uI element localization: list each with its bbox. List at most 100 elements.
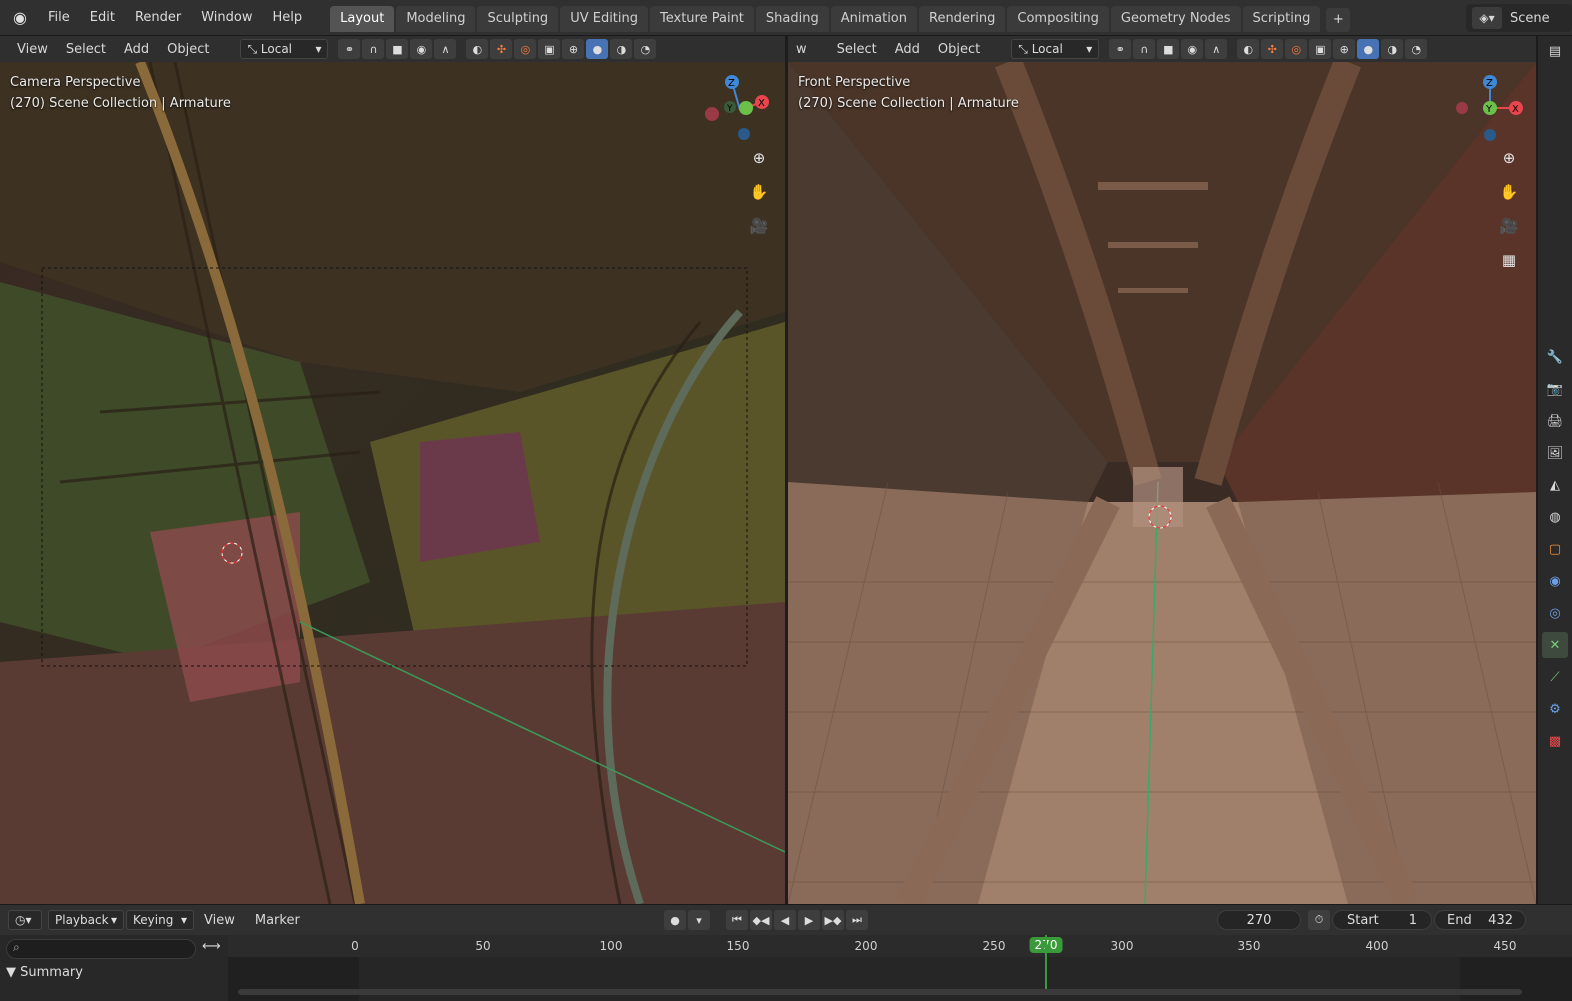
- shading-wireframe-icon[interactable]: ⊕: [1333, 39, 1356, 59]
- timeline-menu-view[interactable]: View: [194, 913, 245, 928]
- pan-hand-icon[interactable]: ✋: [1495, 178, 1523, 206]
- viewport-front[interactable]: w Select Add Object ⤡ Local ▾ ⚭ ∩ ■ ◉ ∧ ◐…: [788, 36, 1536, 904]
- playback-menu[interactable]: Playback ▾: [48, 910, 124, 930]
- timeline-track[interactable]: [228, 935, 1572, 1001]
- menu-window[interactable]: Window: [191, 0, 262, 36]
- record-icon[interactable]: ●: [664, 910, 686, 930]
- record-options-icon[interactable]: ▾: [688, 910, 710, 930]
- tab-layout[interactable]: Layout: [330, 5, 395, 32]
- add-workspace-button[interactable]: +: [1326, 7, 1351, 32]
- stopwatch-icon[interactable]: ⏱: [1308, 910, 1330, 930]
- tab-uv-editing[interactable]: UV Editing: [560, 5, 649, 32]
- armature-data-icon[interactable]: ✕: [1542, 632, 1568, 658]
- xray-icon[interactable]: ▣: [538, 39, 561, 59]
- tool-properties-icon[interactable]: 🔧: [1542, 344, 1568, 370]
- jump-end-icon[interactable]: ⏭: [846, 910, 868, 930]
- proportional-icon[interactable]: ◉: [1181, 39, 1204, 59]
- zoom-icon[interactable]: ⊕: [1495, 144, 1523, 172]
- prev-keyframe-icon[interactable]: ◆◀: [750, 910, 772, 930]
- play-reverse-icon[interactable]: ◀: [774, 910, 796, 930]
- overlay-toggle-icon[interactable]: ◎: [1285, 39, 1308, 59]
- tab-geometry-nodes[interactable]: Geometry Nodes: [1110, 5, 1241, 32]
- shading-rendered-icon[interactable]: ◔: [634, 39, 657, 59]
- scene-selector[interactable]: ◈▾ Scene: [1466, 4, 1572, 32]
- physics-properties-icon[interactable]: ◎: [1542, 600, 1568, 626]
- viewport-camera[interactable]: View Select Add Object ⤡ Local ▾ ⚭ ∩ ■ ◉ …: [0, 36, 785, 904]
- transform-orientation-dropdown[interactable]: ⤡ Local ▾: [240, 39, 329, 59]
- vp-right-menu-view[interactable]: w: [796, 42, 816, 57]
- keying-menu[interactable]: Keying ▾: [126, 910, 194, 930]
- blender-logo-icon[interactable]: ◉: [8, 6, 32, 30]
- proportional-icon[interactable]: ◉: [410, 39, 433, 59]
- camera-view-icon[interactable]: 🎥: [1495, 212, 1523, 240]
- jump-start-icon[interactable]: ⏮: [726, 910, 748, 930]
- vp-right-menu-object[interactable]: Object: [929, 42, 989, 57]
- vp-left-menu-add[interactable]: Add: [115, 42, 158, 57]
- camera-view-icon[interactable]: 🎥: [745, 212, 773, 240]
- tab-scripting[interactable]: Scripting: [1242, 5, 1321, 32]
- menu-file[interactable]: File: [38, 0, 80, 36]
- bone-properties-icon[interactable]: ⟋: [1542, 664, 1568, 690]
- pan-hand-icon[interactable]: ✋: [745, 178, 773, 206]
- navigation-gizmo-left[interactable]: Z X Y: [700, 72, 780, 152]
- tab-rendering[interactable]: Rendering: [919, 5, 1006, 32]
- start-frame-field[interactable]: Start 1: [1332, 910, 1432, 930]
- end-frame-field[interactable]: End 432: [1434, 910, 1526, 930]
- next-keyframe-icon[interactable]: ▶◆: [822, 910, 844, 930]
- tab-animation[interactable]: Animation: [830, 5, 917, 32]
- modifier-properties-icon[interactable]: ◉: [1542, 568, 1568, 594]
- vp-right-menu-select[interactable]: Select: [828, 42, 886, 57]
- snap-target-icon[interactable]: ■: [1157, 39, 1180, 59]
- menu-edit[interactable]: Edit: [80, 0, 125, 36]
- visibility-icon[interactable]: ◐: [1237, 39, 1260, 59]
- snap-icon[interactable]: ∩: [1133, 39, 1156, 59]
- render-properties-icon[interactable]: 📷: [1542, 376, 1568, 402]
- world-properties-icon[interactable]: ◍: [1542, 504, 1568, 530]
- pivot-icon[interactable]: ⚭: [338, 39, 361, 59]
- frame-ruler[interactable]: 0 50 100 150 200 250 300 350 400 450 270: [228, 935, 1572, 957]
- play-icon[interactable]: ▶: [798, 910, 820, 930]
- navigation-gizmo-right[interactable]: Z X Y: [1450, 72, 1530, 152]
- object-properties-icon[interactable]: ▢: [1542, 536, 1568, 562]
- vp-right-menu-add[interactable]: Add: [886, 42, 929, 57]
- pivot-icon[interactable]: ⚭: [1109, 39, 1132, 59]
- tab-modeling[interactable]: Modeling: [396, 5, 476, 32]
- current-frame-field[interactable]: 270: [1217, 910, 1301, 930]
- shading-material-icon[interactable]: ◑: [1381, 39, 1404, 59]
- xray-icon[interactable]: ▣: [1309, 39, 1332, 59]
- menu-help[interactable]: Help: [263, 0, 313, 36]
- snap-icon[interactable]: ∩: [362, 39, 385, 59]
- visibility-icon[interactable]: ◐: [466, 39, 489, 59]
- scene-properties-icon[interactable]: ◭: [1542, 472, 1568, 498]
- tab-compositing[interactable]: Compositing: [1007, 5, 1109, 32]
- playhead-line[interactable]: [1045, 935, 1047, 995]
- overlay-toggle-icon[interactable]: ◎: [514, 39, 537, 59]
- vp-left-menu-object[interactable]: Object: [158, 42, 218, 57]
- tab-shading[interactable]: Shading: [755, 5, 829, 32]
- tab-sculpting[interactable]: Sculpting: [477, 5, 559, 32]
- channel-search-input[interactable]: ⌕: [6, 939, 196, 959]
- view-layer-icon[interactable]: 🖼: [1542, 440, 1568, 466]
- gizmo-toggle-icon[interactable]: ✣: [490, 39, 513, 59]
- shading-solid-icon[interactable]: ●: [586, 39, 609, 59]
- texture-properties-icon[interactable]: ▩: [1542, 728, 1568, 754]
- timeline-menu-marker[interactable]: Marker: [245, 913, 310, 928]
- output-properties-icon[interactable]: 🖨: [1542, 408, 1568, 434]
- horizontal-scrollbar[interactable]: [238, 989, 1522, 995]
- tab-texture-paint[interactable]: Texture Paint: [650, 5, 754, 32]
- transform-orientation-dropdown-right[interactable]: ⤡ Local ▾: [1011, 39, 1100, 59]
- summary-channel[interactable]: ▼ Summary: [6, 965, 83, 980]
- timeline-editor-type-icon[interactable]: ◷▾: [8, 910, 42, 930]
- vp-left-menu-select[interactable]: Select: [57, 42, 115, 57]
- menu-render[interactable]: Render: [125, 0, 191, 36]
- snap-target-icon[interactable]: ■: [386, 39, 409, 59]
- zoom-icon[interactable]: ⊕: [745, 144, 773, 172]
- swap-icon[interactable]: ⟷: [202, 939, 221, 954]
- constraint-properties-icon[interactable]: ⚙: [1542, 696, 1568, 722]
- falloff-icon[interactable]: ∧: [434, 39, 457, 59]
- gizmo-toggle-icon[interactable]: ✣: [1261, 39, 1284, 59]
- shading-wireframe-icon[interactable]: ⊕: [562, 39, 585, 59]
- editor-type-icon[interactable]: ▤: [1542, 38, 1568, 64]
- falloff-icon[interactable]: ∧: [1205, 39, 1228, 59]
- shading-rendered-icon[interactable]: ◔: [1405, 39, 1428, 59]
